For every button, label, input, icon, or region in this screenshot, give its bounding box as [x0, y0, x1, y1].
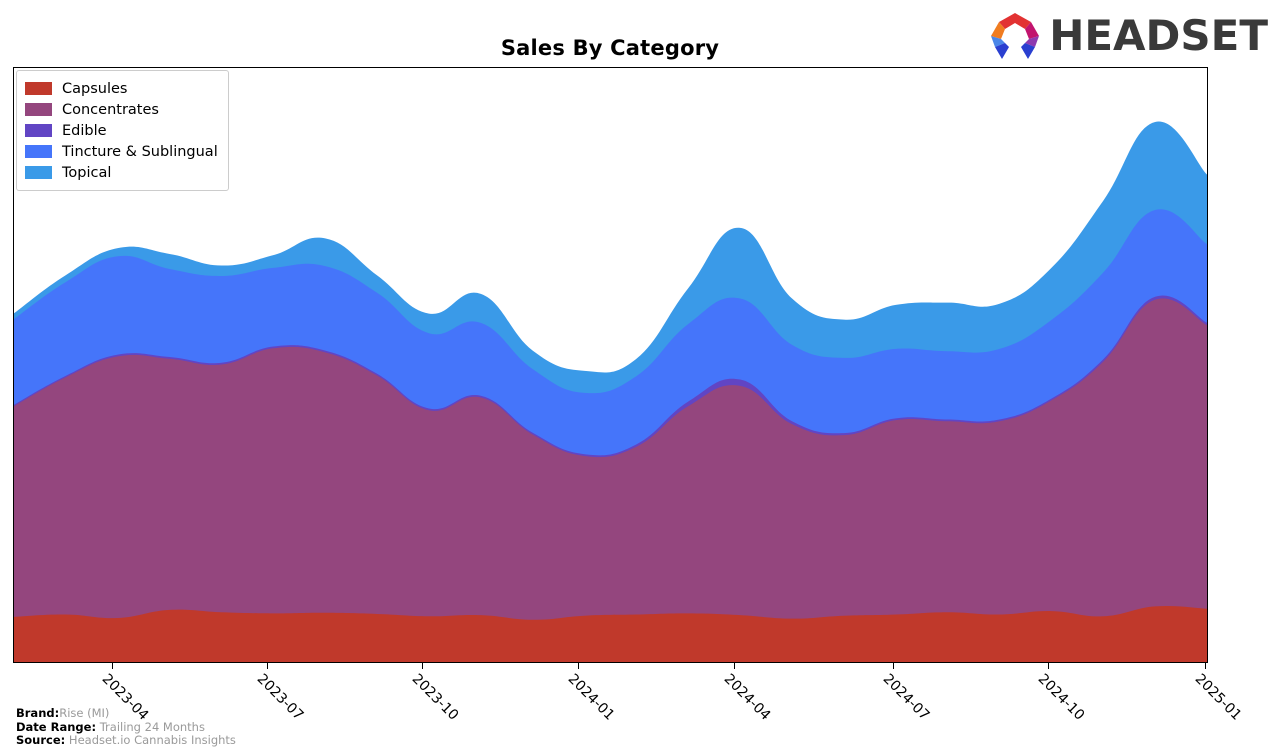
legend-swatch-icon — [25, 103, 52, 116]
footer-source-value: Headset.io Cannabis Insights — [68, 733, 236, 747]
legend-swatch-icon — [25, 145, 52, 158]
chart-footer: Brand:Rise (MI) Date Range: Trailing 24 … — [16, 706, 236, 748]
x-tick-label: 2024-04 — [720, 671, 774, 724]
footer-date-range-key: Date Range: — [16, 719, 97, 734]
footer-source: Source: Headset.io Cannabis Insights — [16, 733, 236, 748]
x-tick-mark — [1205, 663, 1206, 669]
legend-item[interactable]: Concentrates — [25, 99, 218, 120]
legend-item-label: Tincture & Sublingual — [62, 143, 218, 160]
x-tick-label: 2023-10 — [408, 671, 462, 724]
footer-date-range-value: Trailing 24 Months — [99, 719, 205, 734]
x-tick-label: 2025-01 — [1191, 671, 1245, 724]
legend-item[interactable]: Edible — [25, 120, 218, 141]
footer-brand-value: Rise (MI) — [59, 706, 110, 720]
footer-brand-key: Brand: — [16, 706, 60, 720]
logo-wordmark: HEADSET — [1049, 11, 1268, 60]
x-tick-mark — [578, 663, 579, 669]
x-tick-label: 2023-07 — [253, 671, 307, 724]
x-tick-mark — [734, 663, 735, 669]
x-tick-mark — [267, 663, 268, 669]
legend-item-label: Topical — [62, 164, 112, 181]
x-tick-label: 2024-10 — [1034, 671, 1088, 724]
x-tick-mark — [422, 663, 423, 669]
x-tick-label: 2024-07 — [879, 671, 933, 724]
footer-date-range: Date Range: Trailing 24 Months — [16, 719, 236, 735]
footer-brand: Brand:Rise (MI) — [16, 706, 236, 721]
x-tick-mark — [112, 663, 113, 669]
footer-source-key: Source: — [16, 733, 66, 747]
legend-item[interactable]: Tincture & Sublingual — [25, 141, 218, 162]
legend-swatch-icon — [25, 124, 52, 137]
legend-item-label: Edible — [62, 122, 107, 139]
legend-item[interactable]: Topical — [25, 162, 218, 183]
x-tick-mark — [1048, 663, 1049, 669]
legend-item[interactable]: Capsules — [25, 78, 218, 99]
legend-swatch-icon — [25, 166, 52, 179]
legend-swatch-icon — [25, 82, 52, 95]
chart-legend: Capsules Concentrates Edible Tincture & Sub… — [16, 70, 229, 191]
headset-logo: HEADSET — [987, 10, 1268, 62]
legend-item-label: Concentrates — [62, 101, 159, 118]
x-tick-mark — [893, 663, 894, 669]
x-tick-label: 2024-01 — [564, 671, 618, 724]
legend-item-label: Capsules — [62, 80, 128, 97]
headset-arc-logo — [991, 13, 1040, 59]
